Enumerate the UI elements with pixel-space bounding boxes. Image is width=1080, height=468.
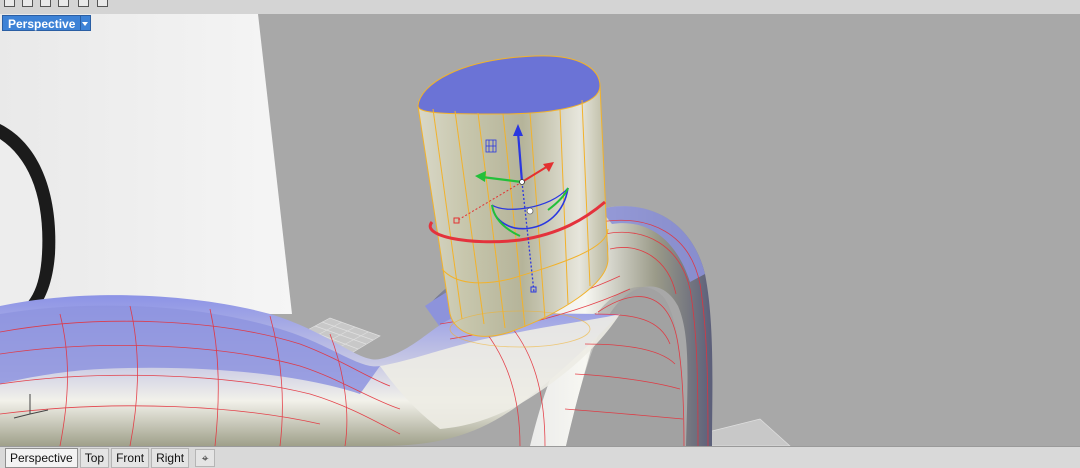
- 3d-scene[interactable]: [0, 14, 1080, 446]
- toolbar-icon[interactable]: [22, 0, 33, 7]
- perspective-viewport[interactable]: Perspective: [0, 14, 1080, 446]
- toolbar-icon[interactable]: [4, 0, 15, 7]
- viewport-title-label[interactable]: Perspective: [2, 15, 82, 31]
- tab-right[interactable]: Right: [151, 447, 190, 468]
- toolbar-icon[interactable]: [58, 0, 69, 7]
- tab-perspective[interactable]: Perspective: [5, 447, 78, 468]
- toolbar-icon[interactable]: [97, 0, 108, 7]
- triangle-down-icon[interactable]: [81, 15, 92, 31]
- toolbar-icon[interactable]: [40, 0, 51, 7]
- viewport-tabs: Perspective Top Front Right ⌖: [0, 446, 1080, 468]
- plus-icon[interactable]: ⌖: [195, 448, 216, 467]
- toolbar-icon[interactable]: [78, 0, 89, 7]
- viewport-title[interactable]: Perspective: [2, 15, 92, 31]
- tab-front[interactable]: Front: [111, 447, 150, 468]
- top-toolbar-strip: [0, 0, 1080, 15]
- tab-top[interactable]: Top: [79, 447, 110, 468]
